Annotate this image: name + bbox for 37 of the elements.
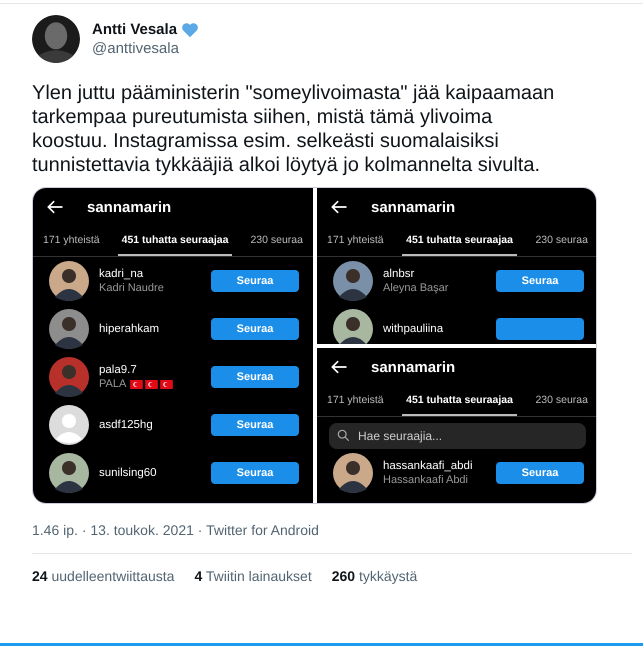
author-handle[interactable]: @anttivesala <box>92 40 200 57</box>
profile-name: sannamarin <box>371 358 456 376</box>
full-name: Hassankaafi Abdi <box>383 474 468 486</box>
profile-name: sannamarin <box>371 198 456 216</box>
full-name: Aleyna Başar <box>383 282 448 294</box>
stat-link[interactable]: 24 uudelleentwiittausta <box>32 568 174 584</box>
tab[interactable]: 171 yhteistä <box>39 226 104 256</box>
tab[interactable]: 171 yhteistä <box>323 386 388 416</box>
tab[interactable]: 171 yhteistä <box>323 226 388 256</box>
full-name: Kadri Naudre <box>99 282 164 294</box>
username[interactable]: asdf125hg <box>99 419 201 431</box>
profile-name: sannamarin <box>87 198 172 216</box>
search-icon <box>337 429 350 442</box>
tab[interactable]: 230 seuraa <box>531 226 592 256</box>
tab[interactable]: 451 tuhatta seuraajaa <box>402 386 517 416</box>
tweet-timestamp[interactable]: 1.46 ip. · 13. toukok. 2021 · Twitter for Android <box>32 522 319 538</box>
username[interactable]: hiperahkam <box>99 323 201 335</box>
stat-link[interactable]: 260 tykkäystä <box>332 568 418 584</box>
tab[interactable]: 230 seuraa <box>246 226 307 256</box>
tab[interactable]: 230 seuraa <box>531 386 592 416</box>
username[interactable]: withpauliina <box>383 323 486 335</box>
username[interactable]: alnbsr <box>383 268 486 280</box>
search-field[interactable]: Hae seuraajia... <box>329 423 586 449</box>
username[interactable]: pala9.7 <box>99 364 201 376</box>
flag-icon <box>160 380 174 388</box>
full-name: PALA <box>99 378 126 390</box>
username[interactable]: hassankaafi_abdi <box>383 460 486 472</box>
tab[interactable]: 451 tuhatta seuraajaa <box>402 226 517 256</box>
tab[interactable]: 451 tuhatta seuraajaa <box>118 226 232 256</box>
tweet-text: Ylen juttu pääministerin "someylivoimasta" jää kaipaamaan tarkempaa pureutumista siihen, mistä tämä ylivoima koostuu. Instagramissa esim. selkeästi suomalaisiksi tunnistettavia tykkääjiä alkoi löytyä jo kolmannelta sivulta. <box>32 81 556 177</box>
username[interactable]: sunilsing60 <box>99 467 201 479</box>
flag-icon <box>145 380 158 388</box>
author-name[interactable]: Antti Vesala <box>92 21 178 38</box>
flag-icon <box>130 380 144 388</box>
stat-link[interactable]: 4 Twiitin lainaukset <box>194 568 312 584</box>
avatar-placeholder-icon[interactable] <box>49 405 89 445</box>
username[interactable]: kadri_na <box>99 268 201 280</box>
